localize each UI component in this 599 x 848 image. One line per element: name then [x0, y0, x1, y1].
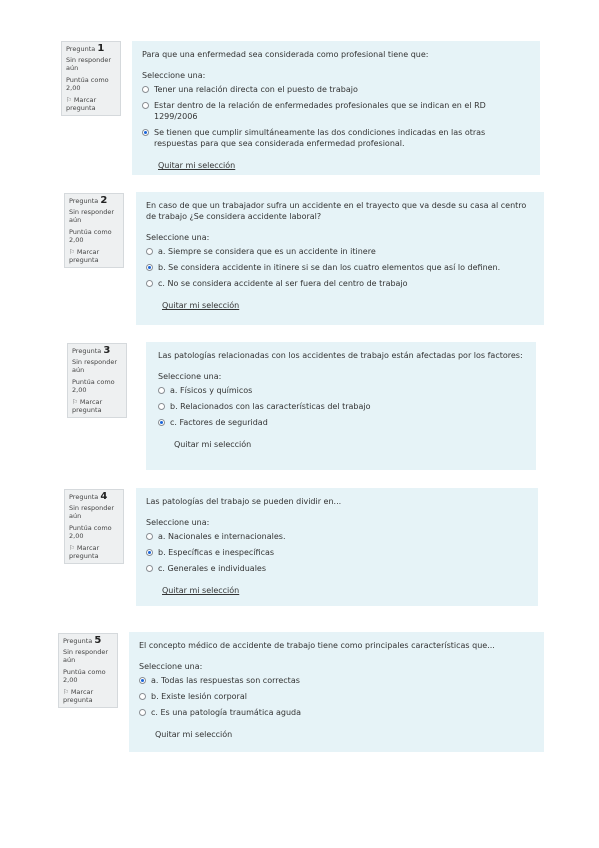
flag-icon: ⚐	[69, 544, 75, 552]
select-label: Seleccione una:	[146, 518, 210, 527]
question-panel: Las patologías del trabajo se pueden div…	[136, 488, 538, 606]
answer-option[interactable]: a. Siempre se considera que es un accide…	[146, 246, 534, 257]
answer-option[interactable]: a. Todas las respuestas son correctas	[139, 675, 534, 686]
question-panel: En caso de que un trabajador sufra un ac…	[136, 192, 544, 325]
question-text: Las patologías relacionadas con los acci…	[158, 351, 523, 360]
flag-icon: ⚐	[69, 248, 75, 256]
radio-button[interactable]	[139, 708, 146, 716]
select-label: Seleccione una:	[146, 233, 210, 242]
radio-button[interactable]	[142, 128, 149, 136]
radio-button[interactable]	[146, 564, 153, 572]
select-label: Seleccione una:	[139, 662, 203, 671]
radio-button[interactable]	[158, 386, 165, 394]
flag-question-link[interactable]: ⚐ Marcar pregunta	[69, 544, 119, 560]
question-number: Pregunta 5	[63, 635, 102, 646]
answer-option[interactable]: c. No se considera accidente al ser fuer…	[146, 278, 534, 289]
radio-button[interactable]	[158, 402, 165, 410]
question-number: Pregunta 2	[69, 195, 108, 206]
question-status: Sin responder aún	[63, 648, 109, 664]
flag-icon: ⚐	[63, 688, 69, 696]
select-label: Seleccione una:	[142, 71, 206, 80]
clear-selection-link[interactable]: Quitar mi selección	[162, 300, 239, 311]
question-info: Pregunta 2 Sin responder aún Puntúa como…	[64, 193, 124, 268]
radio-button[interactable]	[146, 263, 153, 271]
answer-option[interactable]: b. Existe lesión corporal	[139, 691, 534, 702]
answer-option[interactable]: a. Físicos y químicos	[158, 385, 526, 396]
question-panel: Para que una enfermedad sea considerada …	[132, 41, 540, 175]
radio-button[interactable]	[142, 101, 149, 109]
radio-button[interactable]	[139, 676, 146, 684]
question-info: Pregunta 5 Sin responder aún Puntúa como…	[58, 633, 118, 708]
question-status: Sin responder aún	[69, 208, 115, 224]
question-score: Puntúa como 2,00	[69, 228, 112, 244]
radio-button[interactable]	[158, 418, 165, 426]
question-panel: El concepto médico de accidente de traba…	[129, 632, 544, 752]
radio-button[interactable]	[146, 548, 153, 556]
question-score: Puntúa como 2,00	[69, 524, 112, 540]
clear-selection-link[interactable]: Quitar mi selección	[158, 160, 235, 171]
question-panel: Las patologías relacionadas con los acci…	[146, 342, 536, 470]
flag-question-link[interactable]: ⚐ Marcar pregunta	[66, 96, 116, 112]
question-text: El concepto médico de accidente de traba…	[139, 641, 495, 650]
flag-question-link[interactable]: ⚐ Marcar pregunta	[72, 398, 122, 414]
radio-button[interactable]	[146, 247, 153, 255]
answer-option[interactable]: b. Específicas e inespecíficas	[146, 547, 528, 558]
radio-button[interactable]	[146, 532, 153, 540]
question-status: Sin responder aún	[66, 56, 112, 72]
question-info: Pregunta 4 Sin responder aún Puntúa como…	[64, 489, 124, 564]
answer-option[interactable]: Estar dentro de la relación de enfermeda…	[142, 100, 530, 122]
radio-button[interactable]	[146, 279, 153, 287]
question-status: Sin responder aún	[69, 504, 115, 520]
flag-question-link[interactable]: ⚐ Marcar pregunta	[63, 688, 113, 704]
answer-option[interactable]: c. Factores de seguridad	[158, 417, 526, 428]
question-score: Puntúa como 2,00	[72, 378, 115, 394]
answer-option[interactable]: a. Nacionales e internacionales.	[146, 531, 528, 542]
question-info: Pregunta 1 Sin responder aún Puntúa como…	[61, 41, 121, 116]
question-info: Pregunta 3 Sin responder aún Puntúa como…	[67, 343, 127, 418]
answer-option[interactable]: c. Generales e individuales	[146, 563, 528, 574]
flag-icon: ⚐	[66, 96, 72, 104]
flag-icon: ⚐	[72, 398, 78, 406]
answer-option[interactable]: Se tienen que cumplir simultáneamente la…	[142, 127, 530, 149]
question-text: En caso de que un trabajador sufra un ac…	[146, 201, 527, 221]
question-text: Para que una enfermedad sea considerada …	[142, 50, 429, 59]
question-number: Pregunta 1	[66, 43, 105, 54]
answer-option[interactable]: b. Relacionados con las características …	[158, 401, 526, 412]
select-label: Seleccione una:	[158, 372, 222, 381]
radio-button[interactable]	[142, 85, 149, 93]
question-text: Las patologías del trabajo se pueden div…	[146, 497, 342, 506]
question-score: Puntúa como 2,00	[63, 668, 106, 684]
clear-selection-link[interactable]: Quitar mi selección	[162, 585, 239, 596]
radio-button[interactable]	[139, 692, 146, 700]
answer-option[interactable]: Tener una relación directa con el puesto…	[142, 84, 530, 95]
flag-question-link[interactable]: ⚐ Marcar pregunta	[69, 248, 119, 264]
question-status: Sin responder aún	[72, 358, 118, 374]
question-number: Pregunta 4	[69, 491, 108, 502]
clear-selection-link[interactable]: Quitar mi selección	[174, 439, 251, 450]
answer-option[interactable]: c. Es una patología traumática aguda	[139, 707, 534, 718]
question-number: Pregunta 3	[72, 345, 111, 356]
question-score: Puntúa como 2,00	[66, 76, 109, 92]
clear-selection-link[interactable]: Quitar mi selección	[155, 729, 232, 740]
answer-option[interactable]: b. Se considera accidente in itinere si …	[146, 262, 534, 273]
